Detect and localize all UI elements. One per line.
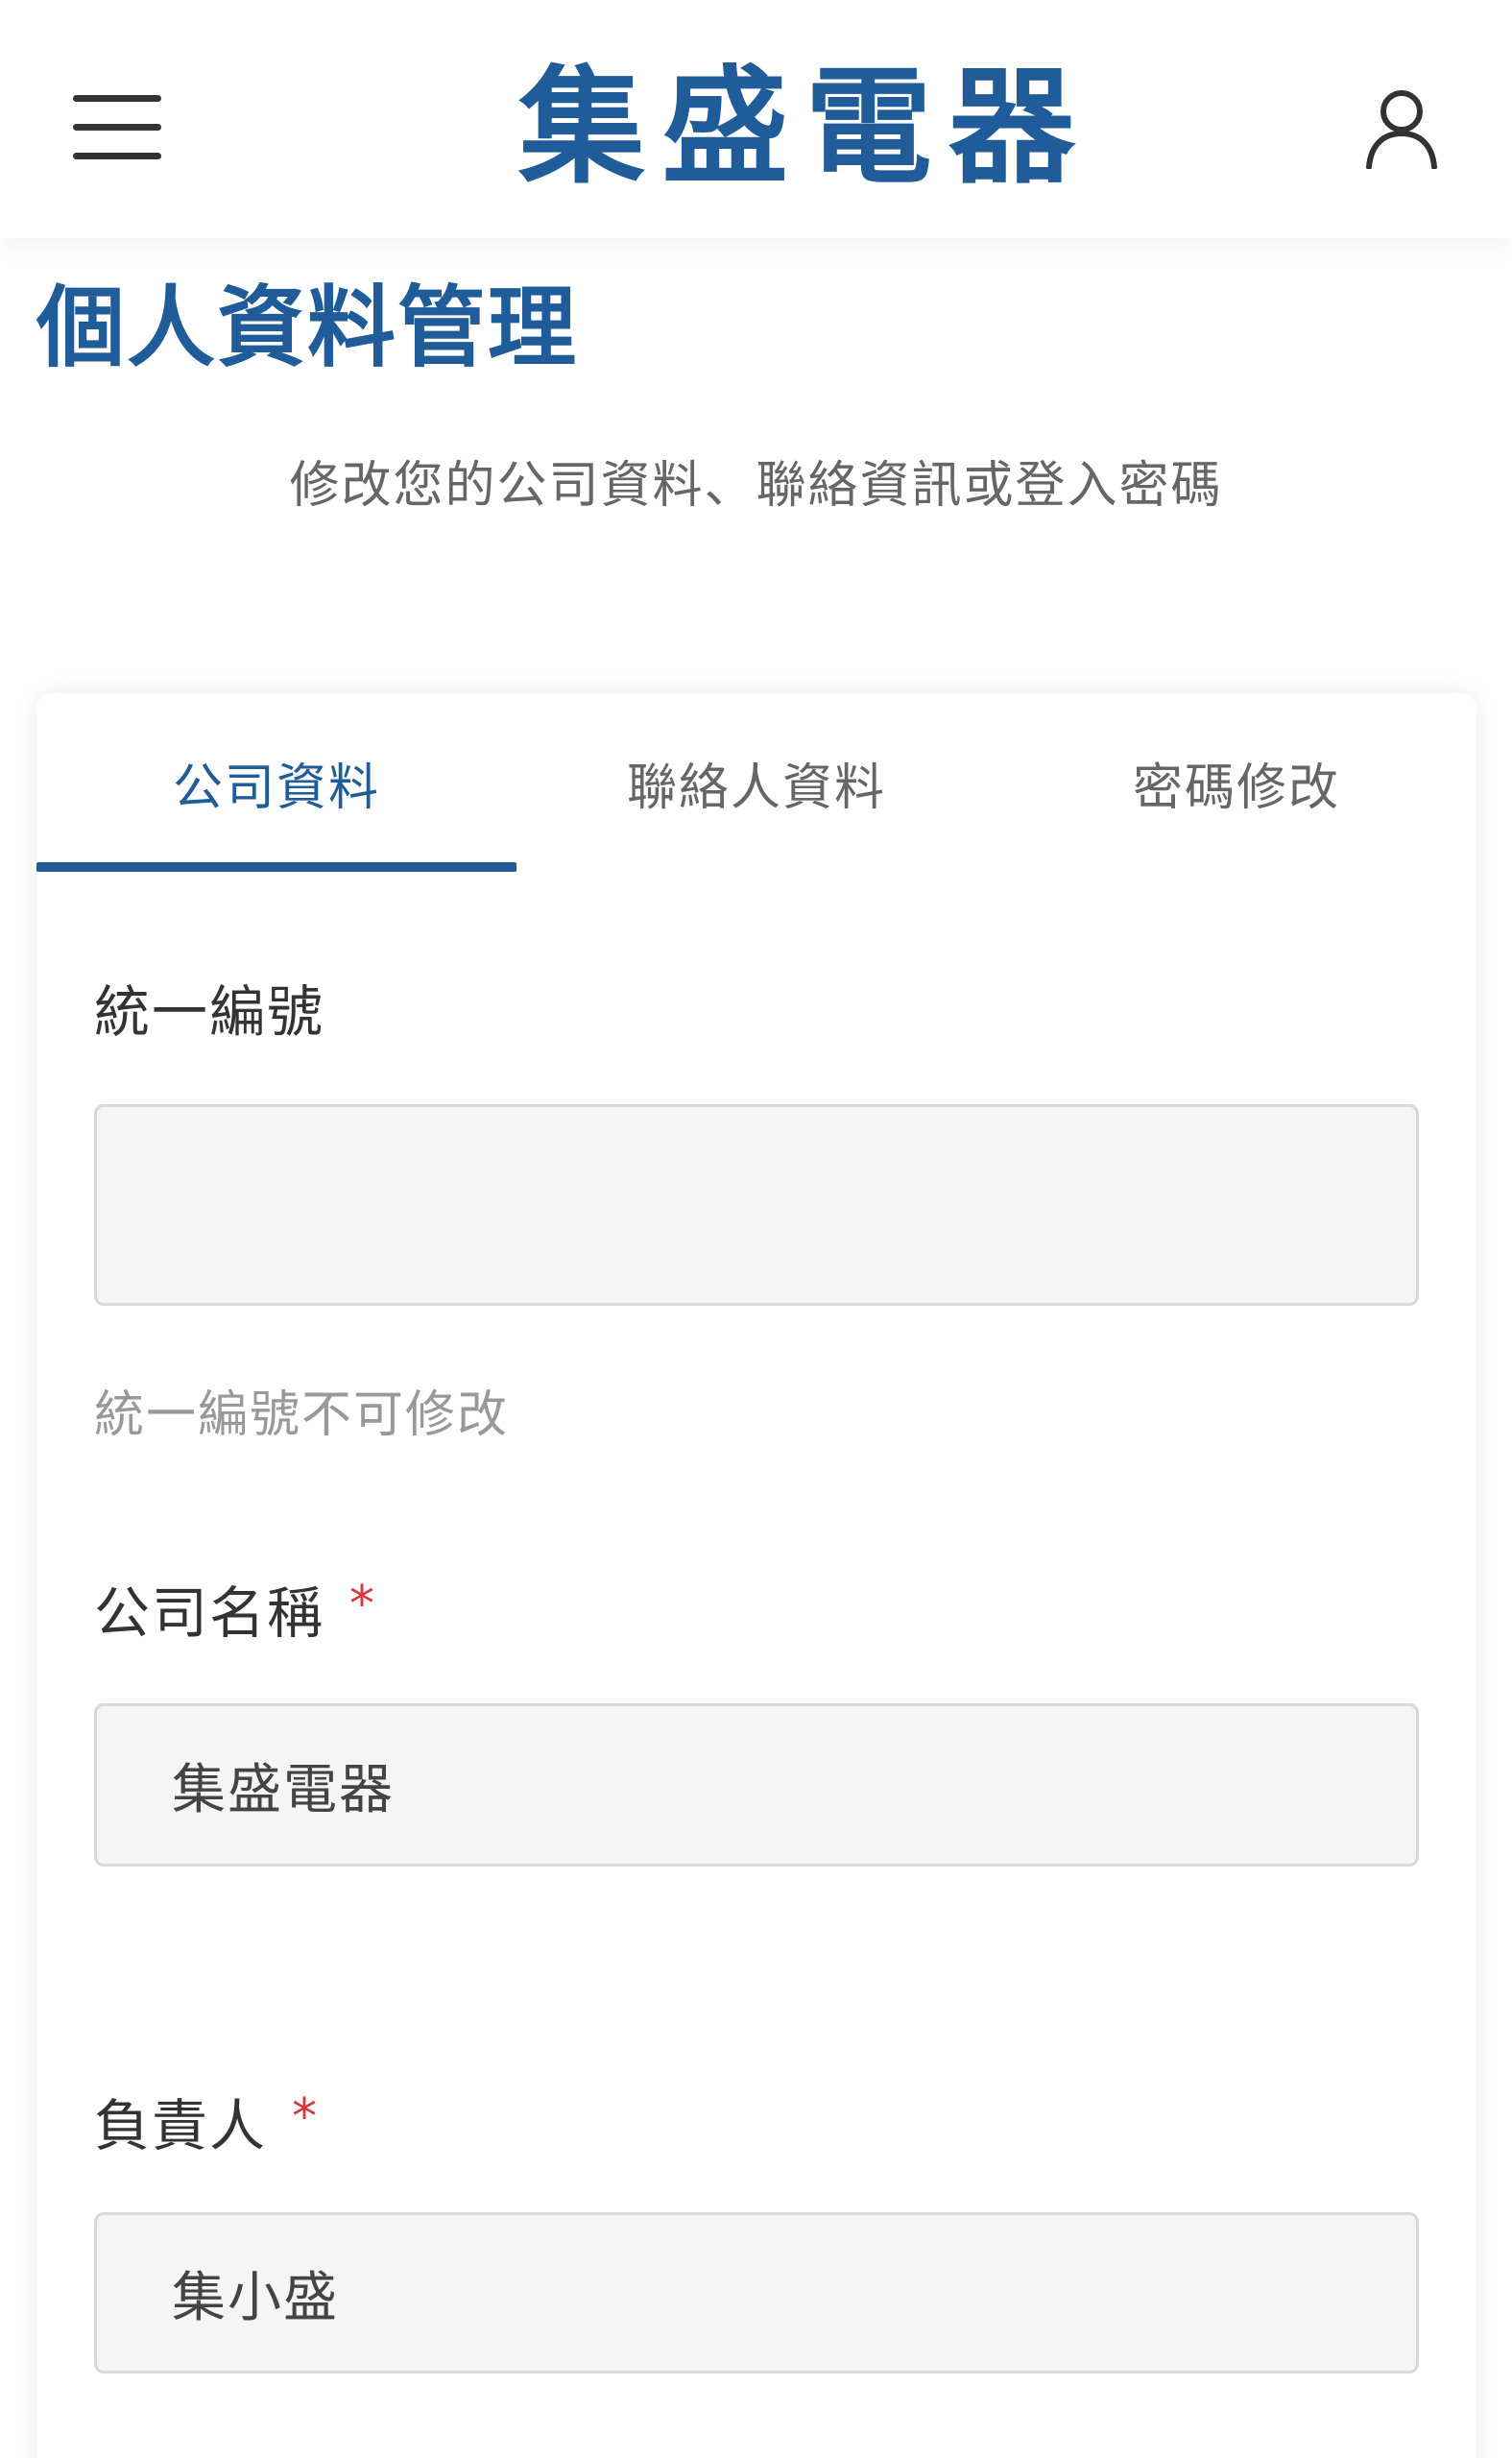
page-subtitle: 修改您的公司資料、聯絡資訊或登入密碼 [289,457,1223,515]
active-tab-indicator [36,862,516,872]
company-name-label: 公司名稱 * [94,1575,376,1651]
company-name-input[interactable] [94,1703,1419,1867]
required-mark: * [292,2088,320,2146]
logo-char: 電 [804,54,932,202]
tax-id-label: 統一編號 [94,974,324,1050]
tab-company-info[interactable]: 公司資料 [36,693,516,872]
company-name-label-text: 公司名稱 [94,1580,325,1646]
logo-char: 集 [518,54,645,202]
tax-id-label-text: 統一編號 [94,979,325,1045]
top-header: 集 盛 電 器 [0,0,1512,238]
tax-id-hint: 統一編號不可修改 [94,1386,510,1444]
profile-form-card: 公司資料 聯絡人資料 密碼修改 統一編號 統一編號不可修改 公司名稱 * 負責人 * [36,693,1476,2458]
profile-tabs: 公司資料 聯絡人資料 密碼修改 [36,693,1476,872]
page-title: 個人資料管理 [36,277,579,379]
tab-contact-info[interactable]: 聯絡人資料 [516,693,996,872]
tax-id-input[interactable] [94,1104,1419,1306]
required-mark: * [349,1576,377,1633]
logo-char: 盛 [661,54,789,202]
brand-logo[interactable]: 集 盛 電 器 [518,56,1075,200]
owner-input[interactable] [94,2212,1419,2374]
logo-char: 器 [948,54,1075,202]
hamburger-menu-icon[interactable] [73,92,161,161]
user-account-icon[interactable] [1363,88,1440,170]
tab-change-password[interactable]: 密碼修改 [996,693,1476,872]
profile-page: 集 盛 電 器 個人資料管理 修改您的公司資料、聯絡資訊或登入密碼 公司資料 聯… [0,0,1512,2458]
owner-label-text: 負責人 [94,2093,268,2158]
owner-label: 負責人 * [94,2087,319,2164]
